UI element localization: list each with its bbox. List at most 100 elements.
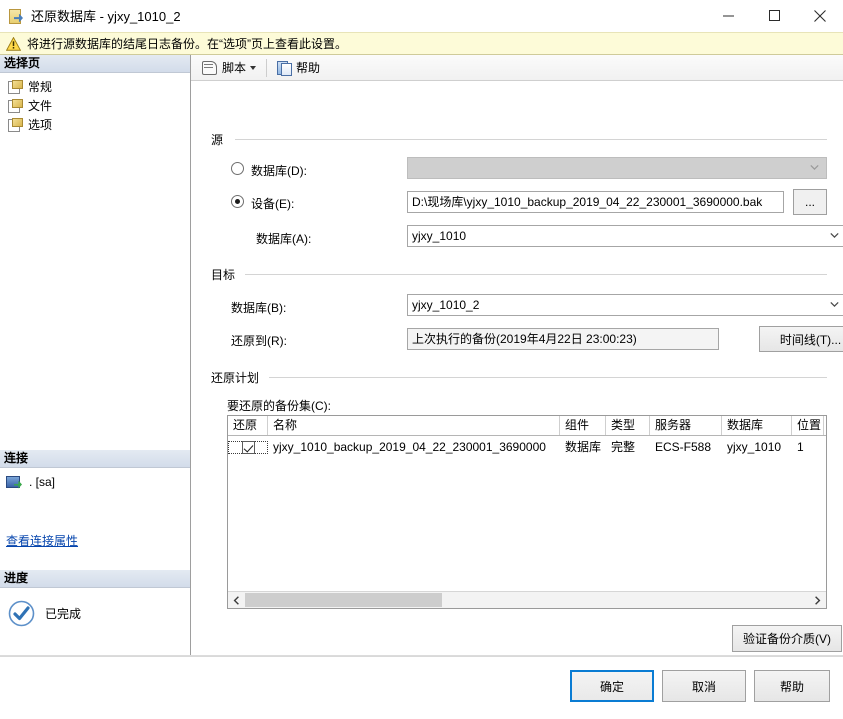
grid-col-first-lsn[interactable]: 第 [824,416,826,435]
window-title: 还原数据库 - yjxy_1010_2 [31,9,181,24]
source-device-label-text: 设备(E): [251,197,295,211]
target-database-label-text: 数据库(B): [231,301,287,315]
connection-server-label: . [sa] [29,475,56,489]
connection-row[interactable]: . [sa] [0,472,190,492]
minimize-button[interactable] [705,0,751,31]
footer-divider [0,656,843,657]
target-group: 目标 数据库(B): yjxy_1010_2 还原到(R): 上次执行的备份(2… [211,266,843,356]
view-connection-properties-link[interactable]: 查看连接属性 [6,534,78,548]
target-database-combo[interactable]: yjxy_1010_2 [407,294,843,316]
progress-status-text: 已完成 [45,607,82,621]
grid-cell-type: 完整 [611,439,636,454]
grid-col-component[interactable]: 组件 [560,416,606,435]
table-row[interactable]: yjxy_1010_backup_2019_04_22_230001_36900… [228,436,826,458]
grid-cell-position: 1 [797,439,804,454]
warning-text: 将进行源数据库的结尾日志备份。在“选项”页上查看此设置。 [27,37,347,51]
chevron-down-icon [830,232,839,238]
close-button[interactable] [797,0,843,31]
script-button[interactable]: 脚本 [197,57,261,79]
restore-plan-group-title: 还原计划 [211,369,266,386]
sidebar-item-label: 常规 [28,80,53,94]
source-database-a-combo[interactable]: yjxy_1010 [407,225,843,247]
grid-horizontal-scrollbar[interactable] [228,591,826,608]
cancel-button[interactable]: 取消 [662,670,746,702]
grid-col-type[interactable]: 类型 [606,416,650,435]
browse-device-button[interactable]: ... [793,189,827,215]
source-device-radio[interactable] [231,195,244,208]
backup-sets-label-text: 要还原的备份集(C): [227,399,331,413]
source-group: 源 数据库(D): 设备(E): D:\现场库\yjxy_1010_backup… [211,131,843,251]
grid-cell-component: 数据库 [565,439,602,454]
help-button-label: 帮助 [296,61,321,75]
chevron-down-icon [810,164,819,170]
ok-button-label: 确定 [599,679,624,694]
source-group-title: 源 [211,131,230,148]
warning-bar: 将进行源数据库的结尾日志备份。在“选项”页上查看此设置。 [0,32,843,55]
connection-header: 连接 [0,450,190,468]
verify-backup-media-button[interactable]: 验证备份介质(V) [732,625,842,652]
grid-col-name[interactable]: 名称 [268,416,560,435]
grid-cell-database: yjxy_1010 [727,439,782,454]
restore-checkbox[interactable] [241,440,255,454]
target-database-label: 数据库(B): [231,299,286,316]
grid-cell-server: ECS-F588 [655,439,712,454]
sidebar-item-files[interactable]: 文件 [0,96,190,115]
timeline-button-label: 时间线(T)... [779,332,842,347]
source-database-a-value: yjxy_1010 [412,229,467,243]
source-database-label-text: 数据库(D): [251,164,307,178]
chevron-down-icon[interactable] [250,65,257,70]
progress-row: 已完成 [0,600,190,627]
grid-cell-name: yjxy_1010_backup_2019_04_22_230001_36900… [273,439,546,454]
maximize-button[interactable] [751,0,797,31]
server-connection-icon [6,475,23,490]
source-database-radio[interactable] [231,162,244,175]
help-footer-button-label: 帮助 [779,679,804,694]
sidebar-item-options[interactable]: 选项 [0,115,190,134]
progress-header: 进度 [0,570,190,588]
source-device-input[interactable]: D:\现场库\yjxy_1010_backup_2019_04_22_23000… [407,191,784,213]
page-icon [8,118,23,132]
toolbar: 脚本 帮助 [191,55,843,81]
source-device-label: 设备(E): [251,195,294,212]
grid-cell-restore[interactable] [228,440,268,454]
help-button[interactable]: 帮助 [272,57,325,79]
grid-col-restore[interactable]: 还原 [228,416,268,435]
grid-col-position[interactable]: 位置 [792,416,824,435]
restore-to-label-text: 还原到(R): [231,334,287,348]
target-group-title: 目标 [211,266,242,283]
scrollbar-track[interactable] [245,592,809,608]
verify-backup-media-label: 验证备份介质(V) [743,632,831,646]
restore-to-label: 还原到(R): [231,332,287,349]
target-database-value: yjxy_1010_2 [412,298,480,312]
view-connection-properties-row: 查看连接属性 [0,532,190,549]
sidebar: 选择页 常规 文件 选项 连接 . [sa] 查看连接属性 进度 已完成 [0,55,191,655]
browse-device-button-label: ... [804,195,815,209]
chevron-left-icon[interactable] [228,592,245,608]
chevron-right-icon[interactable] [809,592,826,608]
select-page-header: 选择页 [0,55,190,73]
script-button-label: 脚本 [222,61,247,75]
page-list: 常规 文件 选项 [0,73,190,134]
help-book-icon [277,60,293,76]
sidebar-item-label: 文件 [28,99,53,113]
source-database-combo[interactable] [407,157,827,179]
help-footer-button[interactable]: 帮助 [754,670,830,702]
timeline-button[interactable]: 时间线(T)... [759,326,843,352]
ok-button[interactable]: 确定 [570,670,654,702]
sidebar-item-general[interactable]: 常规 [0,77,190,96]
source-database-label: 数据库(D): [251,162,307,179]
grid-col-server[interactable]: 服务器 [650,416,722,435]
grid-cell-first-lsn: 2 [824,437,826,458]
source-database-a-label: 数据库(A): [256,230,311,247]
backup-sets-grid[interactable]: 还原 名称 组件 类型 服务器 数据库 位置 第 yjxy_1010_backu… [227,415,827,609]
source-device-value: D:\现场库\yjxy_1010_backup_2019_04_22_23000… [412,195,763,209]
check-circle-icon [8,600,35,627]
chevron-down-icon [830,301,839,307]
toolbar-separator [266,58,268,77]
scrollbar-thumb[interactable] [245,593,443,607]
page-icon [8,80,23,94]
grid-header-row: 还原 名称 组件 类型 服务器 数据库 位置 第 [228,416,826,436]
grid-col-database[interactable]: 数据库 [722,416,792,435]
source-database-a-label-text: 数据库(A): [256,232,312,246]
backup-sets-label: 要还原的备份集(C): [227,397,331,414]
